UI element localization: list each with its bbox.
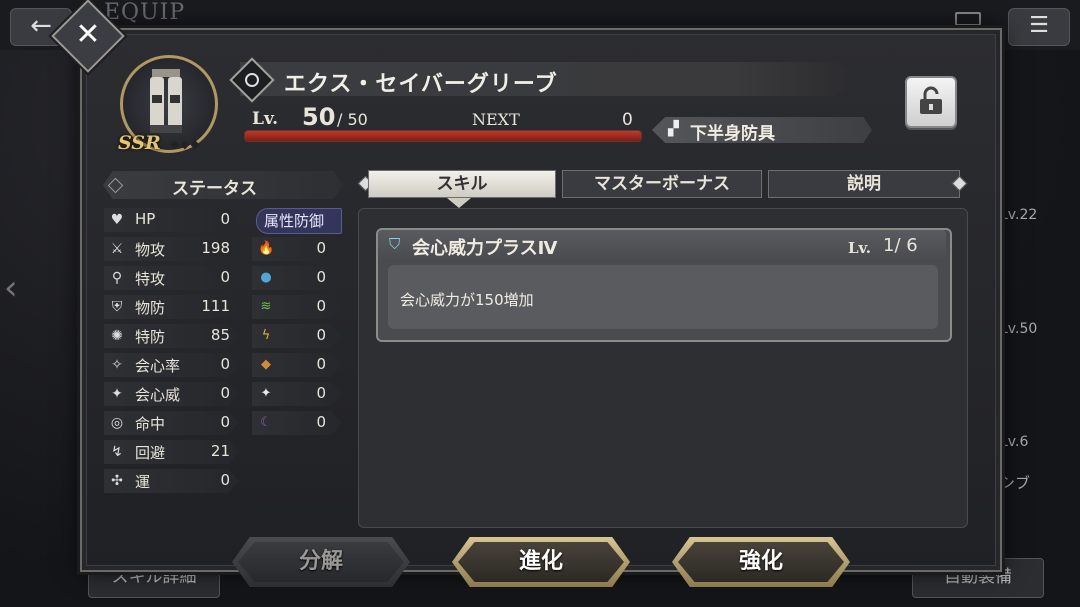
shield-icon: ⛨ [111, 299, 123, 315]
equipment-type-label: 下半身防具 [690, 124, 775, 144]
stat-label: 命中 [135, 415, 166, 433]
stat-label: HP [135, 210, 156, 228]
earth-icon: ◆ [261, 357, 271, 372]
bg-item-level: Lv.22 [1000, 207, 1038, 223]
stat-value: 0 [220, 384, 230, 402]
exp-bar-fill [245, 131, 641, 141]
stat-value: 0 [220, 413, 230, 431]
bg-item-level: Lv.6 [1000, 434, 1029, 450]
stat-value: 198 [201, 239, 230, 257]
level-max: / 50 [337, 110, 368, 129]
menu-button[interactable]: ☰ [1008, 8, 1070, 46]
evolve-label: 進化 [518, 549, 563, 574]
bg-item-level: Lv.50 [1000, 321, 1038, 337]
stat-value: 0 [220, 471, 230, 489]
skill-level-label: Lv. [848, 239, 871, 257]
rank-diamonds: ◆◆◆ [170, 137, 201, 151]
enhance-button[interactable]: 強化 [672, 537, 850, 587]
active-tab-pointer [447, 198, 471, 208]
water-icon: ● [260, 270, 272, 285]
evolve-button[interactable]: 進化 [452, 537, 630, 587]
staff-icon: ⚲ [111, 270, 123, 286]
attribute-value: 0 [316, 268, 326, 286]
attribute-value: 0 [316, 413, 326, 431]
accuracy-icon: ◎ [110, 415, 124, 431]
back-icon: ← [30, 11, 52, 41]
attribute-value: 0 [316, 239, 326, 257]
tab-description[interactable]: 説明 [768, 170, 960, 198]
evade-icon: ↯ [111, 444, 123, 460]
status-header-label: ステータス [172, 179, 257, 199]
skill-name: 会心威力プラスⅣ [412, 238, 558, 259]
stat-label: 特防 [135, 328, 166, 346]
item-category-dot [245, 73, 259, 87]
light-icon: ✦ [260, 386, 272, 401]
disassemble-button[interactable]: 分解 [232, 537, 410, 587]
lock-toggle-button[interactable] [905, 76, 957, 128]
skill-level-value: 1/ 6 [883, 235, 918, 256]
stat-label: 特攻 [135, 270, 166, 288]
chevron-left-icon[interactable]: ‹ [4, 268, 18, 308]
crit-rate-icon: ✧ [111, 357, 123, 373]
luck-icon: ✣ [111, 473, 123, 489]
stat-label: 運 [135, 473, 151, 491]
stat-label: 物防 [135, 299, 166, 317]
close-icon[interactable]: ✕ [62, 10, 114, 62]
battery-icon [955, 12, 981, 26]
disassemble-label: 分解 [298, 549, 343, 574]
tab-master-bonus[interactable]: マスターボーナス [562, 170, 762, 198]
stat-label: 回避 [135, 444, 166, 462]
skill-description: 会心威力が150増加 [400, 291, 534, 309]
unlock-icon [920, 86, 942, 114]
stat-value: 111 [201, 297, 230, 315]
exp-bar [244, 130, 642, 142]
wind-icon: ≋ [260, 299, 272, 314]
stat-value: 85 [210, 326, 230, 344]
crit-damage-icon: ✦ [111, 386, 123, 402]
attribute-defense-label: 属性防御 [264, 212, 325, 230]
attribute-value: 0 [316, 326, 326, 344]
stat-value: 21 [210, 442, 230, 460]
heart-icon: ♥ [110, 212, 124, 228]
next-value: 0 [622, 110, 633, 130]
level-value: 50 [302, 103, 336, 131]
dark-icon: ☾ [260, 415, 272, 430]
stat-value: 0 [220, 355, 230, 373]
bg-right-label: シブ [1000, 474, 1031, 492]
sword-icon: ⚔ [110, 241, 124, 257]
tab-skill[interactable]: スキル [368, 170, 556, 198]
skill-shield-icon: ⛉ [389, 235, 401, 253]
enhance-label: 強化 [738, 549, 783, 574]
attribute-value: 0 [316, 297, 326, 315]
thunder-icon: ϟ [261, 328, 271, 343]
next-label: NEXT [472, 110, 520, 129]
fire-icon: 🔥 [258, 241, 275, 256]
attribute-value: 0 [316, 384, 326, 402]
stat-value: 0 [220, 268, 230, 286]
item-name: エクス・セイバーグリーブ [284, 72, 558, 97]
screen-title: EQUIP [104, 0, 186, 25]
boots-icon: ▞ [668, 121, 679, 137]
attribute-value: 0 [316, 355, 326, 373]
stat-label: 物攻 [135, 241, 166, 259]
menu-icon: ☰ [1029, 13, 1049, 38]
gear-shield-icon: ✺ [111, 328, 123, 344]
level-label: Lv. [252, 109, 279, 129]
rarity-badge: SSR [118, 132, 161, 154]
stat-value: 0 [220, 210, 230, 228]
